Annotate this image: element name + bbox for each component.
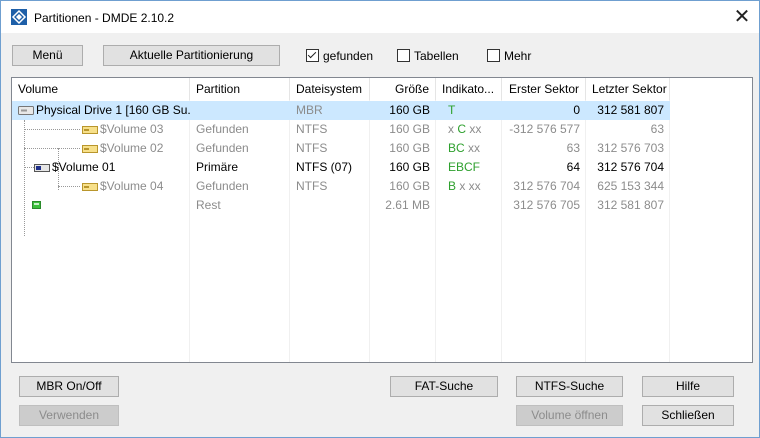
tables-checkbox-box[interactable] xyxy=(397,49,410,62)
cell-size: 160 GB xyxy=(389,122,430,136)
window-title: Partitionen - DMDE 2.10.2 xyxy=(34,11,175,25)
col-partition[interactable]: Partition xyxy=(190,78,290,100)
cell-first-sector: 312 576 705 xyxy=(513,198,580,212)
current-partitioning-button[interactable]: Aktuelle Partitionierung xyxy=(103,45,280,66)
tree-line xyxy=(24,148,80,149)
cell-indicators: EBCF xyxy=(448,160,481,174)
ntfs-search-button[interactable]: NTFS-Suche xyxy=(516,376,623,397)
table-row-physical-drive[interactable]: Physical Drive 1 [160 GB Su... MBR 160 G… xyxy=(12,101,670,120)
cell-first-sector: 63 xyxy=(566,141,580,155)
cell-first-sector: 64 xyxy=(566,160,580,174)
menu-button[interactable]: Menü xyxy=(12,45,83,66)
cell-volume: $Volume 04 xyxy=(100,179,164,193)
close-button[interactable]: Schließen xyxy=(642,405,734,426)
cell-size: 160 GB xyxy=(389,160,430,174)
cell-last-sector: 312 576 703 xyxy=(597,141,664,155)
table-row-volume-01[interactable]: $Volume 01 Primäre NTFS (07) 160 GB EBCF… xyxy=(12,158,752,177)
found-checkbox-box[interactable] xyxy=(306,49,319,62)
cell-last-sector: 312 576 704 xyxy=(597,160,664,174)
more-checkbox-label: Mehr xyxy=(504,49,532,63)
cell-indicators: BC xx xyxy=(448,141,481,155)
cell-filesystem: NTFS xyxy=(296,122,328,136)
partition-table[interactable]: Volume Partition Dateisystem Größe Indik… xyxy=(11,77,753,363)
cell-partition: Rest xyxy=(196,198,221,212)
cell-last-sector: 625 153 344 xyxy=(597,179,664,193)
tree-line xyxy=(24,129,80,130)
dmde-app-icon xyxy=(11,9,27,25)
col-filesystem[interactable]: Dateisystem xyxy=(290,78,370,100)
cell-last-sector: 312 581 807 xyxy=(597,103,664,117)
cell-volume: $Volume 01 xyxy=(52,160,116,174)
table-row-volume-02[interactable]: $Volume 02 Gefunden NTFS 160 GB BC xx 63… xyxy=(12,139,752,158)
cell-first-sector: -312 576 577 xyxy=(509,122,580,136)
cell-filesystem: NTFS xyxy=(296,179,328,193)
tables-checkbox-label: Tabellen xyxy=(414,49,459,63)
mbr-toggle-button[interactable]: MBR On/Off xyxy=(19,376,119,397)
col-volume[interactable]: Volume xyxy=(12,78,190,100)
tree-line xyxy=(58,186,80,187)
cell-filesystem: NTFS xyxy=(296,141,328,155)
title-bar: Partitionen - DMDE 2.10.2 ✕ xyxy=(1,1,759,33)
cell-partition: Primäre xyxy=(196,160,239,174)
cell-indicators: T xyxy=(448,103,456,117)
cell-indicators: x C xx xyxy=(448,122,482,136)
table-row-volume-03[interactable]: $Volume 03 Gefunden NTFS 160 GB x C xx -… xyxy=(12,120,752,139)
cell-indicators xyxy=(442,196,502,215)
found-checkbox-label: gefunden xyxy=(323,49,374,63)
col-size[interactable]: Größe xyxy=(370,78,436,100)
close-window-icon[interactable]: ✕ xyxy=(725,1,759,33)
table-row-free-space[interactable]: Rest 2.61 MB 312 576 705 312 581 807 xyxy=(12,196,752,215)
cell-size: 160 GB xyxy=(389,141,430,155)
cell-volume: $Volume 03 xyxy=(100,122,164,136)
col-last-sector[interactable]: Letzter Sektor xyxy=(586,78,670,100)
partitions-window: Partitionen - DMDE 2.10.2 ✕ Menü Aktuell… xyxy=(0,0,760,438)
cell-volume: $Volume 02 xyxy=(100,141,164,155)
cell-last-sector: 312 581 807 xyxy=(597,198,664,212)
cell-indicators: B x xx xyxy=(448,179,481,193)
help-button[interactable]: Hilfe xyxy=(642,376,734,397)
table-row-volume-04[interactable]: $Volume 04 Gefunden NTFS 160 GB B x xx 3… xyxy=(12,177,752,196)
cell-first-sector: 312 576 704 xyxy=(513,179,580,193)
cell-first-sector: 0 xyxy=(573,103,580,117)
cell-filesystem xyxy=(290,196,370,215)
free-space-icon xyxy=(32,201,41,209)
use-button[interactable]: Verwenden xyxy=(19,405,119,426)
cell-size: 2.61 MB xyxy=(385,198,430,212)
cell-filesystem: MBR xyxy=(296,103,323,117)
cell-volume xyxy=(46,196,190,215)
cell-partition: Gefunden xyxy=(196,179,249,193)
cell-partition: Gefunden xyxy=(196,122,249,136)
table-header: Volume Partition Dateisystem Größe Indik… xyxy=(12,78,752,100)
fat-search-button[interactable]: FAT-Suche xyxy=(390,376,498,397)
cell-last-sector: 63 xyxy=(650,122,664,136)
more-checkbox-box[interactable] xyxy=(487,49,500,62)
cell-filesystem: NTFS (07) xyxy=(296,160,353,174)
cell-partition xyxy=(190,101,290,120)
cell-partition: Gefunden xyxy=(196,141,249,155)
col-first-sector[interactable]: Erster Sektor xyxy=(502,78,586,100)
open-volume-button[interactable]: Volume öffnen xyxy=(516,405,623,426)
col-indicators[interactable]: Indikato... xyxy=(436,78,502,100)
cell-size: 160 GB xyxy=(389,179,430,193)
cell-volume: Physical Drive 1 [160 GB Su... xyxy=(36,103,190,117)
cell-size: 160 GB xyxy=(389,103,430,117)
